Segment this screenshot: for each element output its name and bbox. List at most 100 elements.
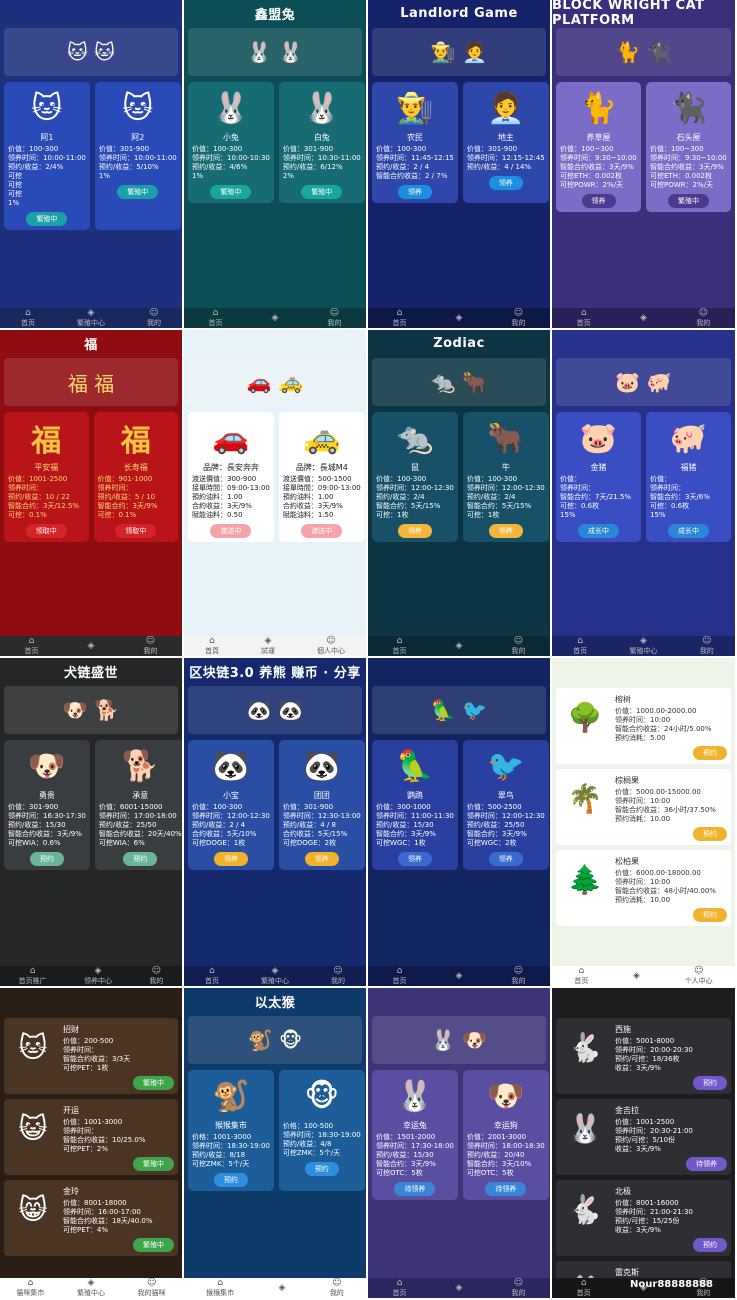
tab-item[interactable]: ⌂ 首页 <box>577 1278 591 1298</box>
adopt-button[interactable]: 领养 <box>397 185 432 199</box>
tab-item[interactable]: ⌂ 首页 <box>393 1278 407 1298</box>
adopt-button[interactable]: 领养 <box>213 852 248 866</box>
adopt-button[interactable]: 待领养 <box>485 1182 527 1196</box>
tab-item[interactable]: ⌂ 首页 <box>574 966 588 986</box>
product-card[interactable]: 🐱 阿1 价值：100-300 领养时间：10:00-11:00 预约/收益：2/4% 可… <box>4 82 90 230</box>
adopt-button[interactable]: 预约 <box>693 1076 727 1090</box>
list-item[interactable]: 🌴 棕榈果 价值：5000.00-15000.00 领养时间：10:00 智能合约收益：… <box>556 769 731 845</box>
tab-item[interactable]: ◈ <box>88 641 95 651</box>
tab-item[interactable]: ⌂ 首页 <box>205 966 219 986</box>
product-card[interactable]: 🐷 金猪 价值： 领养时间： 智能合约：7天/21.5% 可挖：0.6枚 15% 成长中 <box>556 412 641 542</box>
adopt-button[interactable]: 预约 <box>304 1162 339 1176</box>
tab-item[interactable]: ◈ <box>456 641 463 651</box>
adopt-button[interactable]: 繁殖中 <box>117 185 159 199</box>
adopt-button[interactable]: 繁殖中 <box>133 1076 174 1090</box>
tab-item[interactable]: ◈ <box>640 313 647 323</box>
tab-item[interactable]: ◈ <box>272 313 279 323</box>
adopt-button[interactable]: 繁殖中 <box>210 185 252 199</box>
adopt-button[interactable]: 预约 <box>693 1238 727 1252</box>
adopt-button[interactable]: 领取中 <box>115 524 157 538</box>
adopt-button[interactable]: 预约 <box>693 908 727 922</box>
tab-item[interactable]: ◈ <box>279 1283 286 1293</box>
list-item[interactable]: 🐰 金吉拉 价值：1001-2500 领养时间：20:30-21:00 预约/可挖：5/… <box>556 1099 731 1175</box>
product-card[interactable]: 🐦 翠鸟 价值：500-2500 领养时间：12:00-12:30 预约/收益：25/5… <box>462 740 549 870</box>
adopt-button[interactable]: 待领养 <box>686 1157 727 1171</box>
product-card[interactable]: 🐖 福猪 价值： 领养时间： 智能合约：3天/6% 可挖：0.6枚 15% 成长中 <box>646 412 731 542</box>
tab-item[interactable]: ⌂ 猴猴集市 <box>206 1278 234 1298</box>
adopt-button[interactable]: 预约 <box>693 746 727 760</box>
adopt-button[interactable]: 预约 <box>123 852 158 866</box>
tab-item[interactable]: ⌂ 首页 <box>209 308 223 328</box>
tab-item[interactable]: ☺ 我的 <box>330 1278 344 1298</box>
adopt-button[interactable]: 成长中 <box>668 524 709 538</box>
adopt-button[interactable]: 领养 <box>488 176 523 190</box>
product-card[interactable]: 🐼 团团 价值：301-900 领养时间：12:30-13:00 预约/收益：4 / 8… <box>278 740 365 870</box>
list-item[interactable]: 🌲 松柏果 价值：6000.00-18000.00 领养时间：10:00 智能合约收益：… <box>556 850 731 926</box>
tab-item[interactable]: ☺ 我的 <box>700 636 714 656</box>
tab-item[interactable]: ☺ 我的 <box>696 308 710 328</box>
tab-item[interactable]: ◈ 繁殖中心 <box>629 636 657 656</box>
product-card[interactable]: 🐱 阿2 价值：301-900 领养时间：10:00-11:00 预约/收益：5/10%… <box>94 82 181 230</box>
adopt-button[interactable]: 预约 <box>29 852 64 866</box>
product-card[interactable]: 🦜 鹦鹉 价值：300-1000 领养时间：11:00-11:30 预约/收益：15/3… <box>372 740 458 870</box>
tab-item[interactable]: ⌂ 首页 <box>573 636 587 656</box>
list-item[interactable]: 🐇 北极 价值：8001-16000 领养时间：21:00-21:30 预约/可挖：15… <box>556 1180 731 1256</box>
tab-item[interactable]: ☺ 我的 <box>511 308 525 328</box>
tab-item[interactable]: ◈ <box>456 313 463 323</box>
adopt-button[interactable]: 预约 <box>213 1173 248 1187</box>
tab-item[interactable]: ⌂ 首页 <box>21 308 35 328</box>
adopt-button[interactable]: 领养 <box>304 852 339 866</box>
tab-item[interactable]: ◈ 繁殖中心 <box>77 308 105 328</box>
tab-item[interactable]: ☺ 个人中心 <box>685 966 713 986</box>
tab-item[interactable]: ⌂ 首页 <box>393 636 407 656</box>
product-card[interactable]: 🐰 白兔 价值：301-900 领养时间：10:30-11:00 预约/收益：6/12%… <box>278 82 365 203</box>
tab-item[interactable]: ☺ 我的猫咪 <box>138 1278 166 1298</box>
product-card[interactable]: 福平安福 价值：1001-2500 领养时间： 预约/收益：10 / 22 智能合约：3… <box>4 412 89 542</box>
tab-item[interactable]: ⌂ 首页推广 <box>19 966 47 986</box>
product-card[interactable]: 🐒 猴猴集市 价格：1001-3000 领养时间：18:30-19:00 预约/收益：8… <box>188 1070 274 1191</box>
product-card[interactable]: 🐈 养草屋 价值：100~300 领养时间：9:30~10:00 智能合约收益：3天/9… <box>556 82 641 212</box>
list-item[interactable]: 😸 金玲 价值：8001-18000 领养时间：16:00-17:00 智能合约收益：1… <box>4 1180 178 1256</box>
tab-item[interactable]: ☺ 我的 <box>511 636 525 656</box>
product-card[interactable]: 🐕 承意 价值：6001-15000 领养时间：17:00-18:00 预约/收益：25… <box>94 740 182 870</box>
product-card[interactable]: 🐰 小兔 价值：100-300 领养时间：10:00-10:30 预约/收益：4/6% 1… <box>188 82 274 203</box>
adopt-button[interactable]: 领取中 <box>25 524 67 538</box>
adopt-button[interactable]: 繁殖中 <box>133 1238 174 1252</box>
tab-item[interactable]: ⌂ 首页 <box>25 636 39 656</box>
tab-item[interactable]: ☺ 我的 <box>327 308 341 328</box>
product-card[interactable]: 福长寿福 价值：901-1000 领养时间： 预约/收益：5 / 10 智能合约：3天/… <box>93 412 178 542</box>
tab-item[interactable]: ☺ 我的 <box>149 966 163 986</box>
tab-item[interactable]: ⌂ 首页 <box>393 308 407 328</box>
product-card[interactable]: 🚗 品牌：長安奔奔 渡送價值：300-900 接單時間：09:00-13:00 預約油料… <box>188 412 274 542</box>
adopt-button[interactable]: 预约 <box>693 827 727 841</box>
adopt-button[interactable]: 繁殖中 <box>668 194 709 208</box>
adopt-button[interactable]: 待领养 <box>394 1182 436 1196</box>
product-card[interactable]: 🐶 勇贵 价值：301-900 领养时间：16:30-17:30 预约/收益：15/30… <box>4 740 90 870</box>
product-card[interactable]: 🐶 幸运狗 价值：2001-3000 领养时间：18:00-18:30 预约/收益：20… <box>462 1070 549 1200</box>
product-card[interactable]: 🚕 品牌：長城M4 渡送價值：500-1500 接單時間：09:00-13:00 預約油… <box>278 412 365 542</box>
product-card[interactable]: 🐈‍⬛ 石头屋 价值：100~300 领养时间：9:30~10:00 智能合约收益：3天… <box>646 82 731 212</box>
tab-item[interactable]: ◈ <box>633 971 640 981</box>
adopt-button[interactable]: 渡送中 <box>301 524 343 538</box>
adopt-button[interactable]: 领养 <box>488 852 523 866</box>
tab-item[interactable]: ☺ 我的 <box>331 966 345 986</box>
product-card[interactable]: 👨‍🌾 农民 价值：100-300 领养时间：11:45-12:15 预约/收益：2 /… <box>372 82 458 203</box>
product-card[interactable]: 🧑‍💼 地主 价值：301-900 领养时间：12:15-12:45 预约/收益：4 /… <box>462 82 549 203</box>
list-item[interactable]: 🐇 西施 价值：5001-8000 领养时间：20:00-20:30 预约/可挖：18/… <box>556 1018 731 1094</box>
tab-item[interactable]: ☺ 我的 <box>147 308 161 328</box>
list-item[interactable]: 😺 开运 价值：1001-3000 领养时间： 智能合约收益：10/25.0% 可挖PET… <box>4 1099 178 1175</box>
tab-item[interactable]: ⌂ 首页 <box>577 308 591 328</box>
tab-item[interactable]: ☺ 個人中心 <box>317 636 345 656</box>
product-card[interactable]: 🐂 牛价值：100-300 领养时间：12:00-12:30 预约/收益：2/4 智能合… <box>462 412 549 542</box>
adopt-button[interactable]: 领养 <box>397 524 432 538</box>
tab-item[interactable]: ◈ <box>456 1283 463 1293</box>
product-card[interactable]: 🐼 小宝 价值：100-300 领养时间：12:00-12:30 预约/收益：2 / 4… <box>188 740 274 870</box>
list-item[interactable]: 🌳 榕树 价值：1000.00-2000.00 领养时间：10:00 智能合约收益：24… <box>556 688 731 764</box>
tab-item[interactable]: ◈ 試運 <box>261 636 275 656</box>
tab-item[interactable]: ◈ 繁殖中心 <box>261 966 289 986</box>
tab-item[interactable]: ◈ 领养中心 <box>84 966 112 986</box>
tab-item[interactable]: ☺ 我的 <box>143 636 157 656</box>
list-item[interactable]: 🐱 招财 价值：200-500 领养时间： 智能合约收益：3/3天 可挖PET：1枚 繁殖中 <box>4 1018 178 1094</box>
tab-item[interactable]: ⌂ 首頁 <box>205 636 219 656</box>
product-card[interactable]: 🐵 价格：100-500 领养时间：18:30-19:00 预约/收益：4/8 可挖ZM… <box>278 1070 365 1191</box>
